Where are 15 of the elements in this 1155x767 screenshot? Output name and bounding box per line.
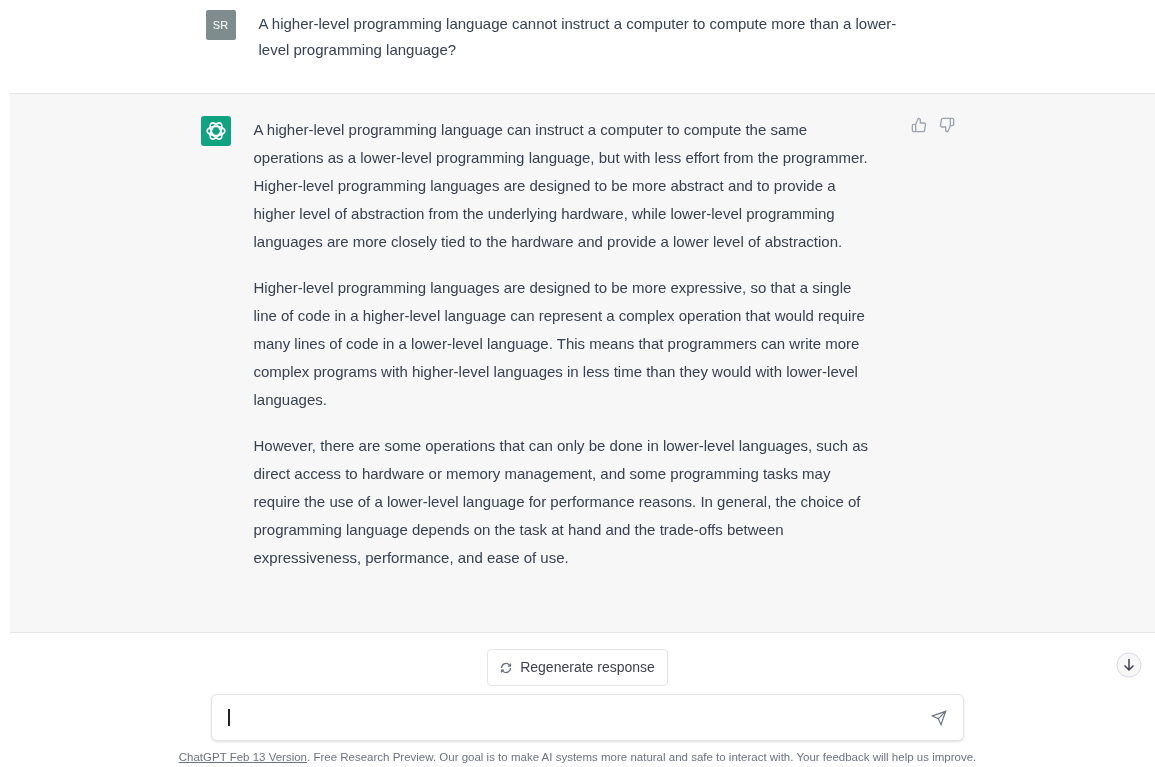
user-message: A higher-level programming language cannot instruct a computer to compute more than a lower-level programming language? [258,14,898,60]
thumbs-down-icon[interactable] [938,117,955,133]
scroll-down-icon[interactable] [1116,652,1142,678]
message-input-field[interactable] [211,694,964,741]
regenerate-button[interactable]: Regenerate response [487,649,668,686]
user-avatar: SR [205,10,236,40]
thumbs-up-icon[interactable] [910,117,927,133]
response-paragraph: A higher-level programming language can instruct a computer to compute the same operations as a lower-level programming language, but with less effort from the programmer. Higher-level programming languages are designed to be more abstract and to provide a higher level of abstraction from the underlying hardware, while lower-level programming languages are more closely tied to the hardware and provide a lower level of abstraction. [253,120,869,252]
response-paragraph: However, there are some operations that can only be done in lower-level languages, such as direct access to hardware or memory management, and some programming tasks may require the use of a lower-level language for performance reasons. In general, the choice of programming language depends on the task at hand and the trade-offs between expressiveness, performance, and ease of use. [253,436,870,568]
response-paragraph: Higher-level programming languages are designed to be more expressive, so that a single line of code in a higher-level language can represent a complex operation that would require many lines of code in a lower-level language. This means that programmers can write more complex programs with higher-level languages in less time than they would with lower-level languages. [253,278,866,410]
footer-disclaimer: ChatGPT Feb 13 Version. Free Research Preview. Our goal is to make AI systems more natural and safe to interact with. Your feedback will help us improve. [177,750,978,765]
send-icon[interactable] [931,709,947,726]
version-link[interactable]: ChatGPT Feb 13 Version [178,751,307,763]
assistant-logo-icon [200,116,231,146]
refresh-icon [500,661,513,674]
